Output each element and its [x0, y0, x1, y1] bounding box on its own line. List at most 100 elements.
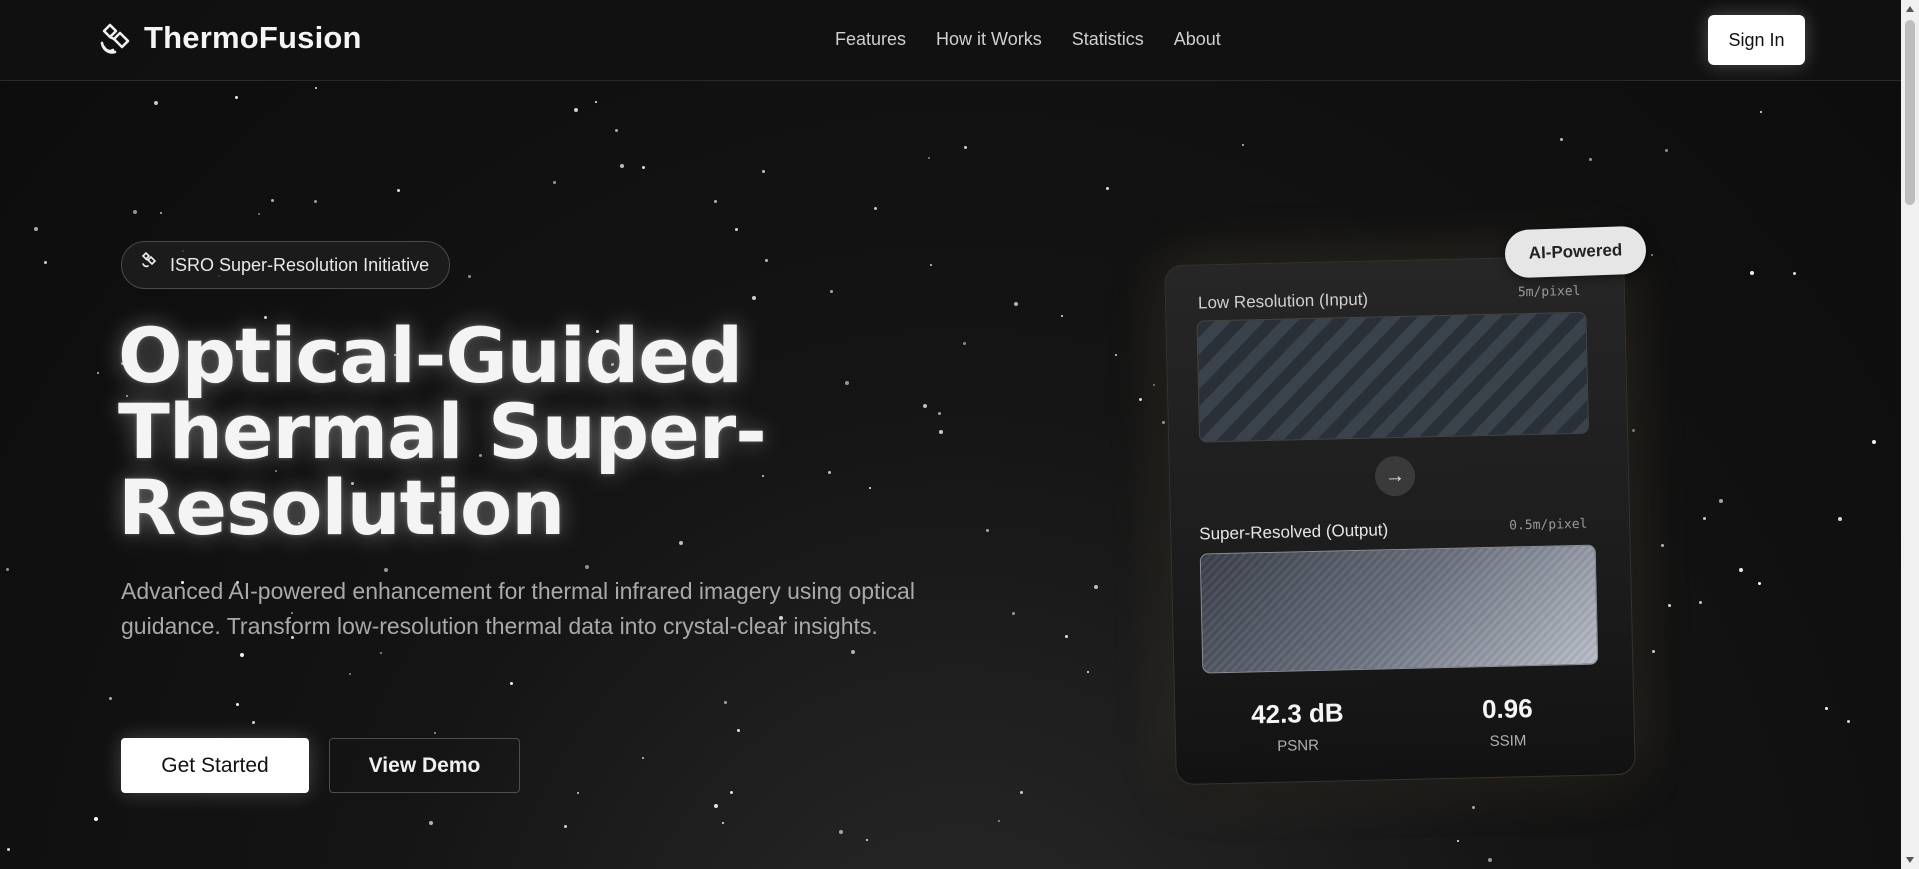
star — [235, 96, 238, 99]
psnr-value: 42.3 dB — [1250, 697, 1344, 730]
star — [752, 296, 756, 300]
star — [1793, 272, 1796, 275]
star — [1457, 840, 1459, 842]
star — [830, 290, 833, 293]
star — [1750, 271, 1754, 275]
navbar: ThermoFusion Features How it Works Stati… — [0, 0, 1901, 81]
scroll-thumb[interactable] — [1905, 20, 1915, 205]
star — [735, 228, 738, 231]
star — [998, 820, 1000, 822]
star — [585, 565, 589, 569]
sign-in-button[interactable]: Sign In — [1708, 15, 1805, 65]
star — [839, 830, 843, 834]
star — [642, 757, 644, 759]
star — [1139, 398, 1142, 401]
nav-link-features[interactable]: Features — [835, 29, 906, 50]
star — [1094, 585, 1098, 589]
low-res-label: Low Resolution (Input) — [1197, 289, 1369, 313]
ssim-label: SSIM — [1489, 732, 1527, 751]
star — [737, 729, 740, 732]
star — [240, 653, 244, 657]
star — [642, 166, 645, 169]
star — [1087, 671, 1089, 673]
brand-logo[interactable]: ThermoFusion — [98, 20, 362, 56]
star — [44, 261, 47, 264]
nav-links: Features How it Works Statistics About — [835, 29, 1221, 50]
star — [1472, 806, 1475, 809]
star — [765, 259, 768, 262]
star — [938, 412, 941, 415]
star — [109, 697, 112, 700]
satellite-icon — [141, 251, 157, 268]
star — [1651, 254, 1653, 256]
hero-title-line: Resolution — [118, 463, 565, 552]
star — [429, 821, 433, 825]
star — [1162, 421, 1165, 424]
hero-title: Optical-Guided Thermal Super- Resolution — [118, 318, 878, 546]
star — [1652, 650, 1655, 653]
star — [1632, 429, 1635, 432]
star — [236, 703, 239, 706]
star — [154, 101, 158, 105]
star — [1014, 302, 1018, 306]
star — [1758, 582, 1761, 585]
star — [349, 673, 351, 675]
satellite-icon — [100, 23, 130, 54]
star — [252, 721, 255, 724]
psnr-label: PSNR — [1277, 736, 1320, 755]
low-res-image — [1196, 311, 1590, 443]
star — [133, 210, 137, 214]
star — [271, 199, 274, 202]
star — [964, 146, 967, 149]
star — [510, 682, 513, 685]
initiative-badge: ISRO Super-Resolution Initiative — [121, 241, 451, 289]
ai-powered-badge: AI-Powered — [1504, 225, 1647, 279]
star — [380, 652, 382, 654]
nav-link-how-it-works[interactable]: How it Works — [936, 29, 1042, 50]
card-body: Low Resolution (Input) 5m/pixel → Super-… — [1164, 254, 1636, 786]
scroll-up-icon[interactable] — [1906, 6, 1914, 12]
star — [1106, 187, 1109, 190]
low-res-scale: 5m/pixel — [1517, 283, 1581, 301]
star — [1760, 111, 1762, 113]
view-demo-button[interactable]: View Demo — [329, 738, 520, 793]
star — [1115, 354, 1117, 356]
star — [468, 275, 471, 278]
star — [1847, 720, 1850, 723]
star — [1560, 138, 1563, 141]
ssim-value: 0.96 — [1481, 693, 1533, 725]
star — [397, 189, 400, 192]
star — [730, 791, 733, 794]
ssim-metric: 0.96 SSIM — [1437, 692, 1578, 751]
page-scrollbar[interactable] — [1901, 0, 1919, 869]
nav-link-about[interactable]: About — [1174, 29, 1221, 50]
star — [595, 101, 597, 103]
star — [615, 129, 618, 132]
star — [564, 825, 567, 828]
star — [722, 822, 724, 824]
star — [574, 108, 578, 112]
star — [620, 164, 624, 168]
star — [874, 207, 877, 210]
star — [553, 181, 556, 184]
hero-title-line: Optical-Guided — [118, 311, 743, 400]
brand-name: ThermoFusion — [144, 20, 362, 55]
star — [1012, 612, 1015, 615]
star — [930, 264, 932, 266]
arrow-right-icon: → — [1374, 455, 1416, 497]
star — [928, 157, 930, 159]
star — [1838, 517, 1842, 521]
get-started-button[interactable]: Get Started — [121, 738, 309, 793]
star — [1242, 144, 1244, 146]
star — [315, 87, 317, 89]
star — [258, 213, 260, 215]
star — [94, 817, 98, 821]
star — [1825, 707, 1828, 710]
star — [963, 342, 966, 345]
star — [1065, 635, 1068, 638]
nav-link-statistics[interactable]: Statistics — [1072, 29, 1144, 50]
star — [866, 839, 868, 841]
star — [1719, 499, 1723, 503]
scroll-down-icon[interactable] — [1906, 857, 1914, 863]
star — [97, 372, 99, 374]
